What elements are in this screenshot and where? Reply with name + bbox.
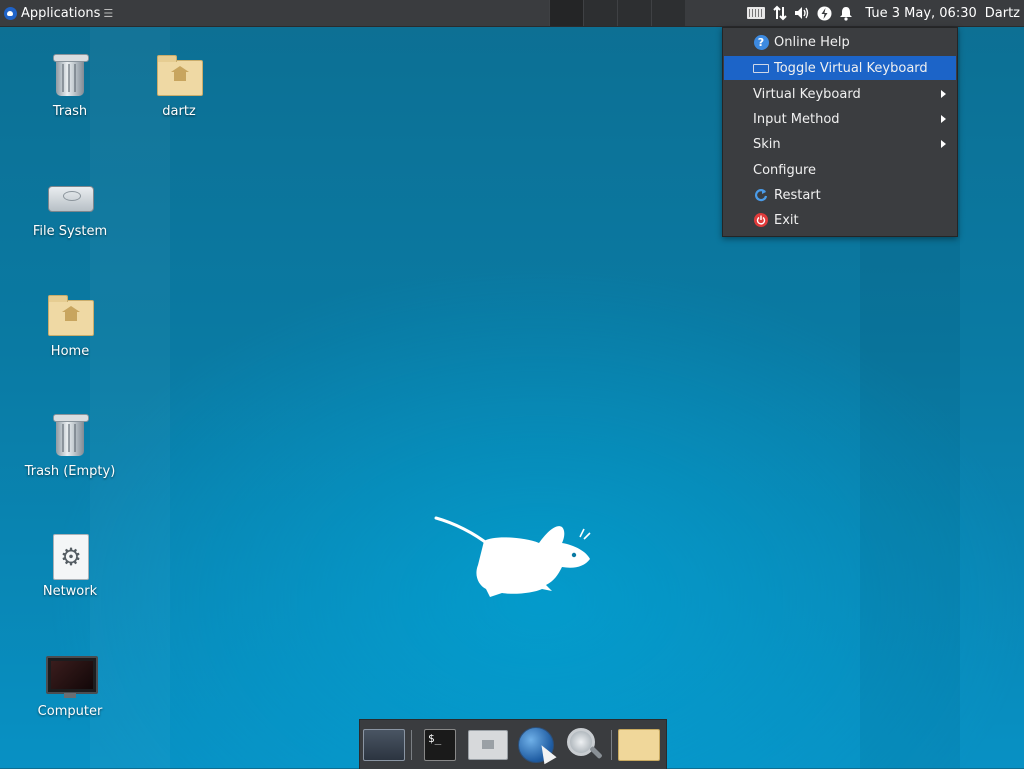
menu-item-toggle-virtual-keyboard[interactable]: Toggle Virtual Keyboard	[724, 56, 956, 80]
menu-item-exit[interactable]: Exit	[724, 208, 956, 232]
menu-item-restart[interactable]: Restart	[724, 183, 956, 207]
desktop-icon-trash[interactable]: Trash	[18, 52, 122, 119]
dock-home-folder[interactable]	[467, 726, 509, 764]
xfce-mouse-mascot	[434, 516, 591, 597]
workspace-switcher[interactable]	[549, 0, 685, 26]
desktop-icon-dartz[interactable]: dartz	[127, 52, 231, 119]
bottom-dock: $_	[359, 719, 667, 769]
applications-menu-button[interactable]: Applications ☰	[0, 0, 117, 26]
menu-item-label: Skin	[753, 136, 781, 152]
top-panel: Applications ☰ Tue 3 May, 06:30 Dartz	[0, 0, 1024, 27]
hard-disk-icon	[48, 186, 94, 212]
workspace-4[interactable]	[651, 0, 685, 26]
volume-icon[interactable]	[791, 0, 813, 26]
notification-bell-icon[interactable]	[835, 0, 857, 26]
menu-item-virtual-keyboard[interactable]: Virtual Keyboard	[724, 82, 956, 106]
submenu-arrow-icon	[941, 90, 946, 98]
trash-icon	[53, 54, 89, 96]
menu-item-configure[interactable]: Configure	[724, 158, 956, 182]
submenu-arrow-icon	[941, 115, 946, 123]
dock-search[interactable]	[563, 726, 605, 764]
dock-web-browser[interactable]	[515, 726, 557, 765]
home-folder-icon	[157, 55, 203, 96]
keyboard-icon	[753, 60, 769, 76]
keyboard-tray-context-menu: ? Online Help Toggle Virtual Keyboard Vi…	[722, 27, 958, 237]
network-transfer-icon[interactable]	[769, 0, 791, 26]
workspace-1[interactable]	[549, 0, 583, 26]
workspace-2[interactable]	[583, 0, 617, 26]
desktop-icon-computer[interactable]: Computer	[18, 652, 122, 719]
menu-item-label: Input Method	[753, 111, 840, 127]
desktop-icon-file-system[interactable]: File System	[18, 172, 122, 239]
power-manager-icon[interactable]	[813, 0, 835, 26]
system-tray: Tue 3 May, 06:30 Dartz	[743, 0, 1024, 26]
show-desktop-icon	[363, 729, 405, 761]
xfce-logo-icon	[4, 6, 17, 20]
dock-show-desktop[interactable]	[363, 726, 405, 764]
power-icon	[753, 212, 769, 228]
dock-separator	[611, 730, 612, 760]
home-folder-icon	[468, 730, 508, 760]
desktop-icon-label: Computer	[37, 704, 103, 719]
desktop-icon-label: Trash (Empty)	[24, 464, 116, 479]
menu-item-label: Configure	[753, 162, 817, 178]
mouse-cursor-icon	[535, 741, 557, 765]
web-browser-icon	[518, 727, 557, 765]
desktop-icon-label: Home	[50, 344, 90, 359]
keyboard-tray-icon[interactable]	[743, 0, 769, 26]
file-manager-icon	[618, 729, 660, 761]
menu-item-label: Exit	[774, 212, 799, 228]
menu-item-label: Online Help	[774, 34, 850, 50]
dock-separator	[411, 730, 412, 760]
home-folder-icon	[48, 295, 94, 336]
desktop-icon-label: Network	[42, 584, 98, 599]
terminal-icon: $_	[424, 729, 456, 761]
restart-icon	[753, 187, 769, 203]
applications-label: Applications	[21, 5, 101, 21]
menu-item-input-method[interactable]: Input Method	[724, 107, 956, 131]
desktop-icon-trash-empty[interactable]: Trash (Empty)	[18, 412, 122, 479]
menu-item-label: Restart	[774, 187, 821, 203]
dock-file-manager[interactable]	[618, 726, 660, 764]
workspace-3[interactable]	[617, 0, 651, 26]
desktop-icon-label: Trash	[52, 104, 88, 119]
menu-item-label: Toggle Virtual Keyboard	[774, 60, 928, 76]
clock[interactable]: Tue 3 May, 06:30	[857, 6, 984, 21]
desktop-icon-home[interactable]: Home	[18, 292, 122, 359]
desktop-icon-label: dartz	[162, 104, 196, 119]
dock-terminal[interactable]: $_	[419, 726, 461, 764]
user-menu[interactable]: Dartz	[985, 6, 1024, 21]
trash-icon	[53, 414, 89, 456]
desktop-icon-label: File System	[32, 224, 108, 239]
applications-menu-handle-icon: ☰	[103, 6, 114, 20]
search-icon	[567, 728, 595, 756]
menu-item-skin[interactable]: Skin	[724, 132, 956, 156]
menu-item-label: Virtual Keyboard	[753, 86, 861, 102]
menu-item-online-help[interactable]: ? Online Help	[724, 30, 956, 54]
desktop-icon-network[interactable]: ⚙ Network	[18, 532, 122, 599]
submenu-arrow-icon	[941, 140, 946, 148]
monitor-icon	[46, 656, 98, 694]
help-icon: ?	[753, 34, 769, 50]
network-gear-icon: ⚙	[53, 534, 89, 580]
